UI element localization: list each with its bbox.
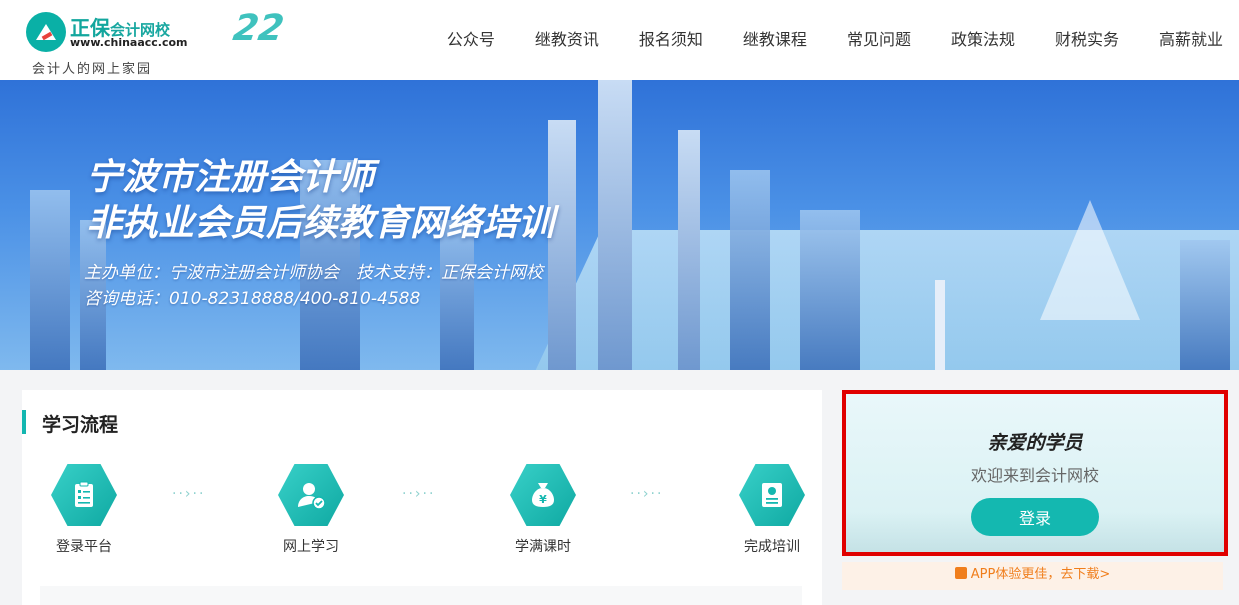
process-arrow: ··›·· [172, 486, 206, 502]
nav-item-faq[interactable]: 常见问题 [847, 26, 911, 50]
hero-banner: 宁波市注册会计师 非执业会员后续教育网络培训 主办单位：宁波市注册会计师协会 技… [0, 80, 1239, 370]
process-bottom-strip [40, 586, 802, 605]
study-process-panel: 学习流程 登录平台 ··›·· 网上学习 ··›·· ¥ 学满课时 ··›·· … [22, 390, 822, 605]
banner-title: 宁波市注册会计师 非执业会员后续教育网络培训 [86, 157, 555, 244]
clipboard-icon [51, 464, 117, 526]
nav-item-jobs[interactable]: 高薪就业 [1159, 26, 1223, 50]
anniversary-badge: 22 [230, 8, 287, 49]
nav-item-news[interactable]: 继教资讯 [535, 26, 599, 50]
banner-bridge [1040, 200, 1140, 320]
login-panel: 亲爱的学员 欢迎来到会计网校 登录 [842, 390, 1228, 556]
login-button[interactable]: 登录 [971, 498, 1099, 536]
banner-tower [598, 80, 632, 370]
nav-item-courses[interactable]: 继教课程 [743, 26, 807, 50]
process-arrow: ··›·· [402, 486, 436, 502]
process-heading: 学习流程 [22, 410, 118, 436]
nav-item-tax[interactable]: 财税实务 [1055, 26, 1119, 50]
svg-text:¥: ¥ [539, 493, 547, 506]
logo-slogan: 会计人的网上家园 [32, 62, 153, 77]
site-logo[interactable]: 正保会计网校 www.chinaacc.com 会计人的网上家园 [22, 8, 202, 77]
app-download-link[interactable]: APP体验更佳，去下载> [842, 562, 1223, 590]
nav-item-registration[interactable]: 报名须知 [639, 26, 703, 50]
logo-url: www.chinaacc.com [70, 36, 188, 49]
thumbs-up-icon [954, 567, 967, 579]
login-welcome: 欢迎来到会计网校 [970, 466, 1099, 485]
step-label: 网上学习 [283, 539, 339, 555]
banner-building [730, 170, 770, 370]
banner-hotline: 咨询电话：010-82318888/400-810-4588 [84, 289, 421, 309]
banner-organizer: 主办单位：宁波市注册会计师协会 技术支持：正保会计网校 [84, 263, 543, 283]
user-check-icon [278, 464, 344, 526]
process-arrow: ··›·· [630, 486, 664, 502]
money-bag-icon: ¥ [510, 464, 576, 526]
process-step-credits: ¥ 学满课时 [503, 464, 583, 556]
nav-item-wechat[interactable]: 公众号 [447, 26, 495, 50]
logo-icon [26, 12, 66, 52]
login-greeting: 亲爱的学员 [987, 432, 1083, 454]
step-label: 完成培训 [744, 539, 800, 555]
nav-item-policy[interactable]: 政策法规 [951, 26, 1015, 50]
process-step-login: 登录平台 [44, 464, 124, 556]
main-nav: 公众号 继教资讯 报名须知 继教课程 常见问题 政策法规 财税实务 高薪就业 [447, 26, 1223, 50]
banner-building [30, 190, 70, 370]
app-download-label: APP体验更佳，去下载> [970, 567, 1111, 582]
banner-subtitle: 主办单位：宁波市注册会计师协会 技术支持：正保会计网校 咨询电话：010-823… [84, 260, 543, 312]
banner-building [1180, 240, 1230, 370]
step-label: 学满课时 [515, 539, 571, 555]
banner-bridge-pylon [935, 280, 945, 370]
banner-tower [678, 130, 700, 370]
process-step-complete: 完成培训 [732, 464, 812, 556]
certificate-icon [739, 464, 805, 526]
banner-building [800, 210, 860, 370]
site-header: 正保会计网校 www.chinaacc.com 会计人的网上家园 22 公众号 … [0, 0, 1239, 80]
step-label: 登录平台 [56, 539, 112, 555]
process-step-study: 网上学习 [271, 464, 351, 556]
